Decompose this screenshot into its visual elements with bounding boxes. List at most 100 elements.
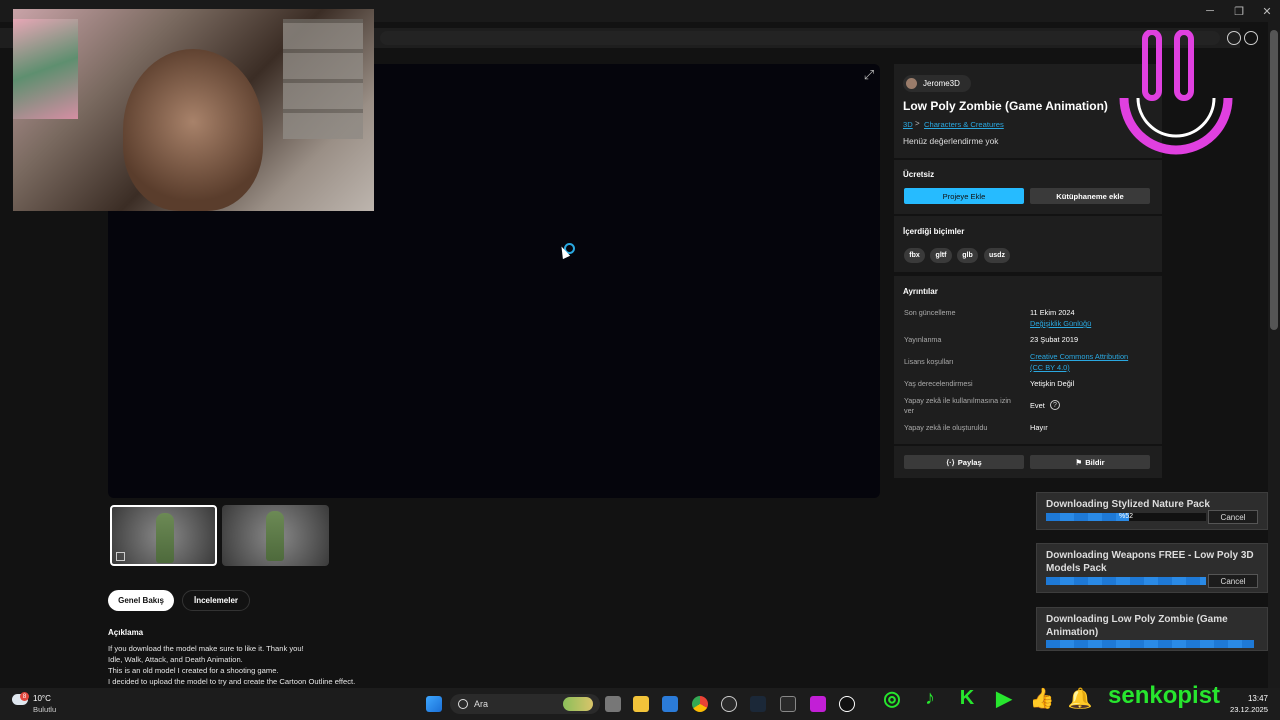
last-update-label: Son güncelleme: [904, 308, 956, 317]
formats-heading: İçerdiği biçimler: [903, 227, 965, 236]
tiktok-icon: ♪: [925, 686, 935, 709]
kick-icon: K: [959, 686, 975, 709]
report-label: Bildir: [1085, 457, 1105, 467]
tab-overview[interactable]: Genel Bakış: [108, 590, 174, 611]
ai-use-value: Evet: [1030, 401, 1045, 410]
maximize-button[interactable]: ❐: [1224, 2, 1254, 20]
avatar: [906, 78, 917, 89]
format-chip: usdz: [984, 248, 1010, 263]
breadcrumb-separator: >: [915, 119, 920, 128]
channel-name: senkopist: [1108, 682, 1221, 709]
author-name[interactable]: Jerome3D: [923, 79, 960, 88]
search-placeholder: Ara: [474, 699, 489, 709]
share-button[interactable]: ⟨·⟩ Paylaş: [904, 455, 1024, 469]
flag-icon: ⚑: [1075, 457, 1083, 467]
search-highlight-icon[interactable]: [563, 697, 593, 711]
add-to-library-button[interactable]: Kütüphaneme ekle: [1030, 188, 1150, 204]
fullscreen-icon[interactable]: ⤢: [862, 68, 876, 82]
file-explorer-icon[interactable]: [633, 696, 649, 712]
cancel-button[interactable]: Cancel: [1208, 574, 1258, 588]
age-rating-label: Yaş derecelendirmesi: [904, 379, 973, 388]
download-title: Downloading Low Poly Zombie (Game: [1046, 614, 1228, 625]
minimize-button[interactable]: ─: [1195, 2, 1225, 20]
instagram-icon: ◎: [883, 687, 901, 710]
close-button[interactable]: ✕: [1252, 2, 1280, 20]
breadcrumb-category[interactable]: Characters & Creatures: [924, 120, 1004, 129]
cancel-button[interactable]: Cancel: [1208, 510, 1258, 524]
weather-badge: 8: [20, 692, 29, 701]
chrome-icon[interactable]: [692, 696, 708, 712]
format-chip: fbx: [904, 248, 925, 263]
webcam-overlay: [13, 9, 374, 211]
thumbnail-1[interactable]: [110, 505, 217, 566]
account-icon[interactable]: [1244, 31, 1258, 45]
last-update-value: 11 Ekim 2024: [1030, 308, 1075, 317]
download-progress-fill: [1046, 577, 1206, 585]
thumbnail-2[interactable]: [222, 505, 329, 566]
rating-text: Henüz değerlendirme yok: [903, 136, 999, 146]
download-title: Downloading Stylized Nature Pack: [1046, 499, 1210, 510]
weather-desc[interactable]: Bulutlu: [33, 705, 56, 714]
search-icon: [458, 699, 468, 709]
ai-made-label: Yapay zekâ ile oluşturuldu: [904, 423, 988, 432]
wall-art: [13, 19, 78, 119]
license-link-cont[interactable]: (CC BY 4.0): [1030, 363, 1070, 372]
clock-date[interactable]: 23.12.2025: [1226, 705, 1268, 714]
changelog-link[interactable]: Değişiklik Günlüğü: [1030, 319, 1091, 328]
app-icon[interactable]: [721, 696, 737, 712]
streamer-face: [123, 49, 263, 211]
download-percent: %52: [1119, 513, 1134, 520]
format-chip: gltf: [930, 248, 952, 263]
price-panel: [894, 160, 1162, 214]
download-progress-fill: [1046, 640, 1254, 648]
help-icon[interactable]: ?: [1050, 400, 1060, 410]
description-line: This is an old model I created for a sho…: [108, 666, 279, 675]
format-chip: glb: [957, 248, 978, 263]
age-rating-value: Yetişkin Değil: [1030, 379, 1075, 388]
3d-cube-icon: [116, 552, 125, 561]
share-icon: ⟨·⟩: [946, 457, 955, 467]
epic-games-icon[interactable]: [780, 696, 796, 712]
description-line: If you download the model make sure to l…: [108, 644, 304, 653]
download-progress-fill: [1046, 513, 1130, 521]
formats-panel: [894, 216, 1162, 272]
description-line: I decided to upload the model to try and…: [108, 677, 356, 686]
download-title: Downloading Weapons FREE - Low Poly 3D: [1046, 550, 1254, 561]
shelf: [283, 19, 363, 139]
download-title-cont: Animation): [1046, 627, 1099, 638]
tab-reviews[interactable]: İncelemeler: [182, 590, 250, 611]
zombie-figure: [156, 513, 174, 563]
app-purple-icon[interactable]: [810, 696, 826, 712]
download-title-cont: Models Pack: [1046, 563, 1107, 574]
bell-icon: 🔔: [1067, 687, 1093, 710]
share-label: Paylaş: [957, 457, 982, 467]
zombie-figure: [266, 511, 284, 561]
windows-start-icon[interactable]: [426, 696, 442, 712]
description-title: Açıklama: [108, 628, 144, 637]
smiley-logo-icon: [1119, 30, 1233, 155]
weather-temp[interactable]: 10°C: [33, 694, 51, 703]
add-to-project-button[interactable]: Projeye Ekle: [904, 188, 1024, 204]
ai-use-label: Yapay zekâ ile kullanılmasına izin: [904, 396, 1011, 405]
published-label: Yayınlanma: [904, 335, 942, 344]
store-icon[interactable]: [662, 696, 678, 712]
url-bar[interactable]: [380, 31, 1220, 45]
clock-time[interactable]: 13:47: [1236, 694, 1268, 703]
license-label: Lisans koşulları: [904, 357, 954, 366]
breadcrumb-3d[interactable]: 3D: [903, 120, 913, 129]
task-view-icon[interactable]: [605, 696, 621, 712]
steam-icon[interactable]: [750, 696, 766, 712]
report-button[interactable]: ⚑ Bildir: [1030, 455, 1150, 469]
unreal-engine-icon[interactable]: [839, 696, 855, 712]
scrollbar-thumb[interactable]: [1270, 30, 1278, 330]
product-title: Low Poly Zombie (Game Animation): [903, 99, 1108, 113]
license-link[interactable]: Creative Commons Attribution: [1030, 352, 1128, 361]
ai-use-label-cont: ver: [904, 406, 914, 415]
description-line: Idle, Walk, Attack, and Death Animation.: [108, 655, 243, 664]
youtube-icon: ▶: [996, 687, 1012, 710]
thumbs-up-icon: 👍: [1029, 687, 1055, 710]
download-progress-bar: [1046, 640, 1254, 648]
published-value: 23 Şubat 2019: [1030, 335, 1079, 344]
ai-made-value: Hayır: [1030, 423, 1048, 432]
details-heading: Ayrıntılar: [903, 287, 938, 296]
